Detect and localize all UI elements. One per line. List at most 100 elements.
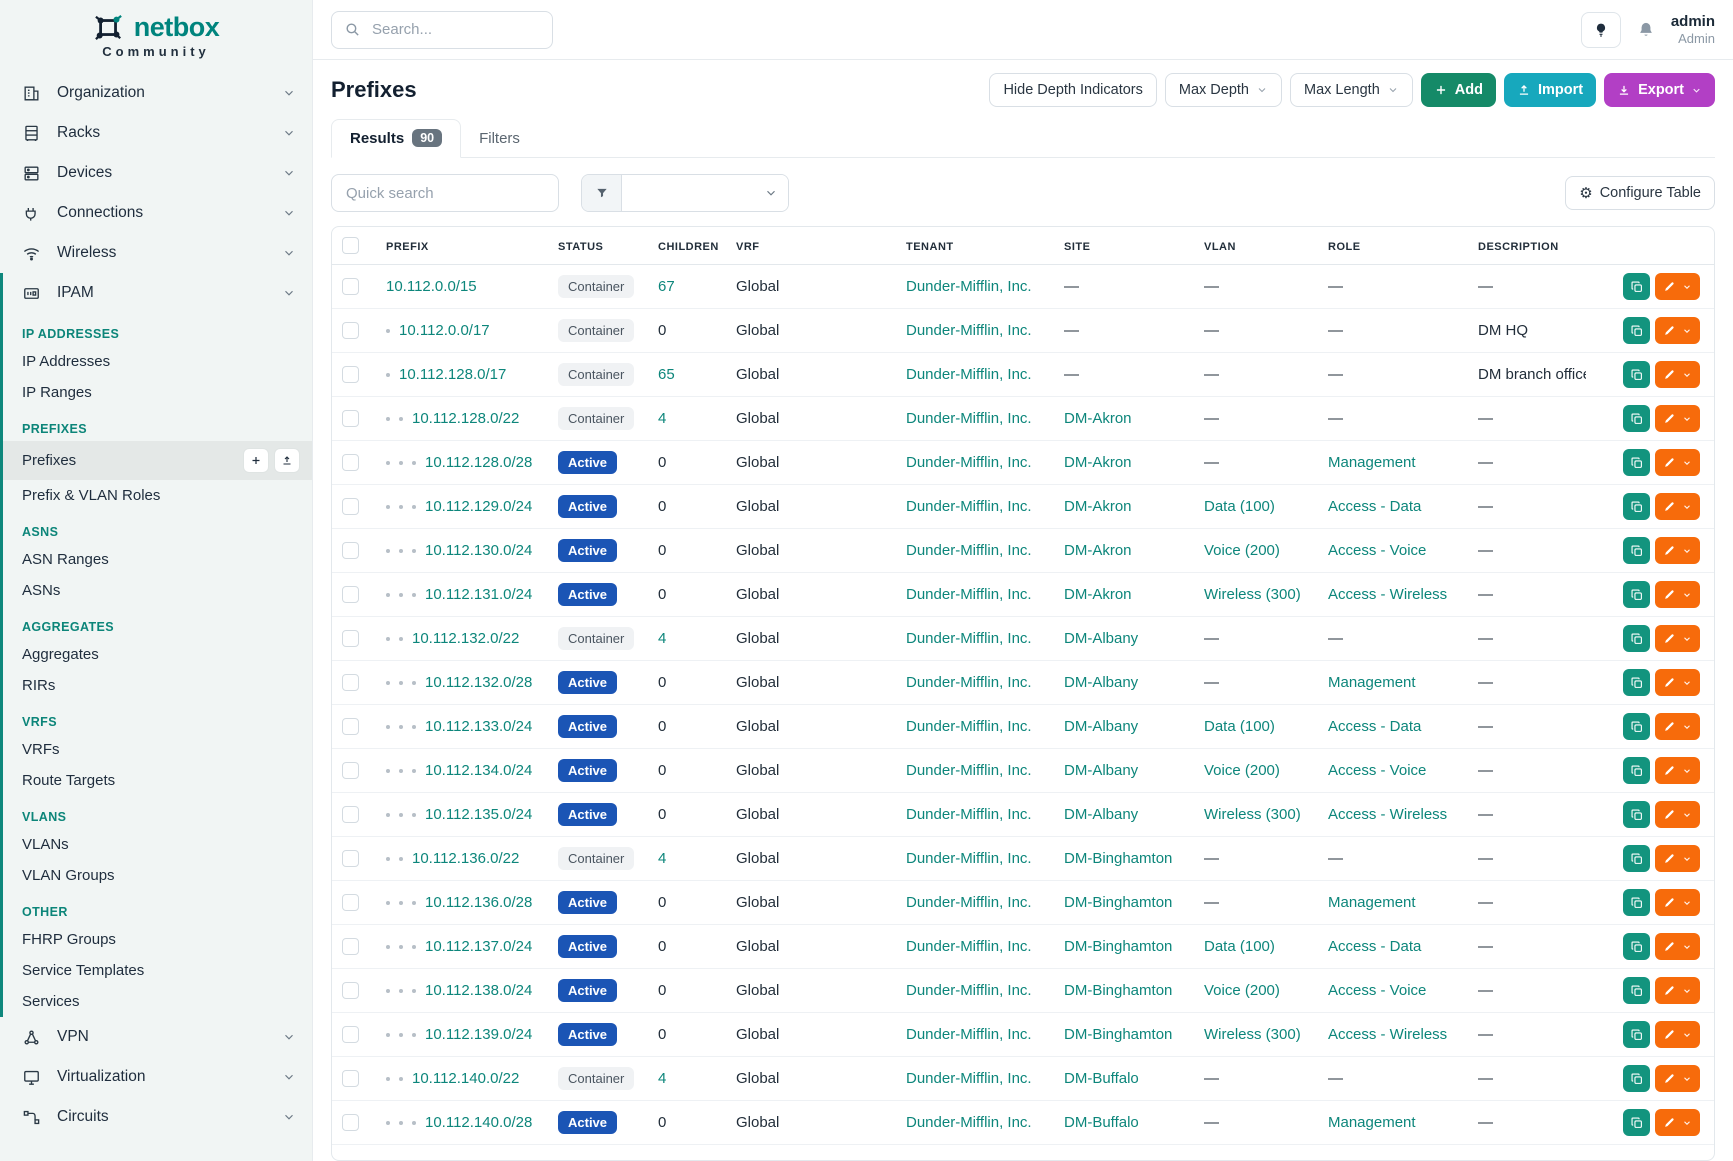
edit-dropdown-button[interactable]	[1655, 801, 1700, 828]
add-button[interactable]: Add	[1421, 73, 1496, 107]
edit-dropdown-button[interactable]	[1655, 845, 1700, 872]
row-checkbox[interactable]	[342, 322, 359, 339]
site-link[interactable]: DM-Albany	[1064, 718, 1138, 735]
clone-button[interactable]	[1623, 801, 1650, 828]
children-count-link[interactable]: 4	[658, 410, 666, 427]
max-length-dropdown[interactable]: Max Length	[1290, 73, 1413, 107]
row-checkbox[interactable]	[342, 762, 359, 779]
row-checkbox[interactable]	[342, 542, 359, 559]
prefix-link[interactable]: 10.112.128.0/17	[399, 366, 506, 383]
prefix-link[interactable]: 10.112.128.0/28	[425, 454, 532, 471]
vlan-link[interactable]: Wireless (300)	[1204, 586, 1301, 603]
prefix-link[interactable]: 10.112.128.0/22	[412, 410, 519, 427]
tenant-link[interactable]: Dunder-Mifflin, Inc.	[906, 454, 1032, 471]
role-link[interactable]: Access - Wireless	[1328, 586, 1447, 603]
column-header-status[interactable]: STATUS	[548, 227, 648, 265]
sidebar-item-route-targets[interactable]: Route Targets	[3, 765, 312, 796]
role-link[interactable]: Access - Data	[1328, 938, 1421, 955]
filter-funnel-button[interactable]	[582, 175, 622, 211]
sidebar-item-wireless[interactable]: Wireless	[0, 233, 312, 273]
tenant-link[interactable]: Dunder-Mifflin, Inc.	[906, 894, 1032, 911]
site-link[interactable]: DM-Buffalo	[1064, 1070, 1139, 1087]
role-link[interactable]: Access - Voice	[1328, 762, 1426, 779]
tab-results[interactable]: Results 90	[331, 119, 461, 158]
column-header-vlan[interactable]: VLAN	[1194, 227, 1318, 265]
edit-dropdown-button[interactable]	[1655, 361, 1700, 388]
sidebar-item-ipam[interactable]: IPAM	[3, 273, 312, 313]
sidebar-item-ip-addresses[interactable]: IP Addresses	[3, 346, 312, 377]
vlan-link[interactable]: Wireless (300)	[1204, 1026, 1301, 1043]
row-checkbox[interactable]	[342, 498, 359, 515]
edit-dropdown-button[interactable]	[1655, 1021, 1700, 1048]
edit-dropdown-button[interactable]	[1655, 1065, 1700, 1092]
vlan-link[interactable]: Voice (200)	[1204, 542, 1280, 559]
clone-button[interactable]	[1623, 361, 1650, 388]
column-header-role[interactable]: ROLE	[1318, 227, 1468, 265]
role-link[interactable]: Access - Voice	[1328, 982, 1426, 999]
tenant-link[interactable]: Dunder-Mifflin, Inc.	[906, 278, 1032, 295]
site-link[interactable]: DM-Albany	[1064, 630, 1138, 647]
row-checkbox[interactable]	[342, 410, 359, 427]
edit-dropdown-button[interactable]	[1655, 317, 1700, 344]
children-count-link[interactable]: 65	[658, 366, 675, 383]
site-link[interactable]: DM-Albany	[1064, 762, 1138, 779]
import-button[interactable]: Import	[1504, 73, 1596, 107]
row-checkbox[interactable]	[342, 806, 359, 823]
sidebar-item-services[interactable]: Services	[3, 986, 312, 1017]
row-checkbox[interactable]	[342, 718, 359, 735]
prefix-link[interactable]: 10.112.135.0/24	[425, 806, 532, 823]
sidebar-item-racks[interactable]: Racks	[0, 113, 312, 153]
site-link[interactable]: DM-Binghamton	[1064, 894, 1172, 911]
tenant-link[interactable]: Dunder-Mifflin, Inc.	[906, 630, 1032, 647]
prefix-link[interactable]: 10.112.136.0/22	[412, 850, 519, 867]
max-depth-dropdown[interactable]: Max Depth	[1165, 73, 1282, 107]
edit-dropdown-button[interactable]	[1655, 625, 1700, 652]
tenant-link[interactable]: Dunder-Mifflin, Inc.	[906, 1114, 1032, 1131]
prefix-link[interactable]: 10.112.133.0/24	[425, 718, 532, 735]
clone-button[interactable]	[1623, 405, 1650, 432]
tenant-link[interactable]: Dunder-Mifflin, Inc.	[906, 982, 1032, 999]
tenant-link[interactable]: Dunder-Mifflin, Inc.	[906, 322, 1032, 339]
vlan-link[interactable]: Wireless (300)	[1204, 806, 1301, 823]
clone-button[interactable]	[1623, 1021, 1650, 1048]
role-link[interactable]: Access - Voice	[1328, 542, 1426, 559]
quick-search-input[interactable]	[344, 184, 546, 203]
sidebar-item-devices[interactable]: Devices	[0, 153, 312, 193]
edit-dropdown-button[interactable]	[1655, 581, 1700, 608]
site-link[interactable]: DM-Albany	[1064, 674, 1138, 691]
column-header-description[interactable]: DESCRIPTION	[1468, 227, 1586, 265]
row-checkbox[interactable]	[342, 278, 359, 295]
prefix-link[interactable]: 10.112.137.0/24	[425, 938, 532, 955]
row-checkbox[interactable]	[342, 894, 359, 911]
edit-dropdown-button[interactable]	[1655, 977, 1700, 1004]
children-count-link[interactable]: 4	[658, 630, 666, 647]
tenant-link[interactable]: Dunder-Mifflin, Inc.	[906, 762, 1032, 779]
quick-import-button[interactable]	[274, 448, 300, 473]
sidebar-item-vlans[interactable]: VLANs	[3, 829, 312, 860]
sidebar-item-ip-ranges[interactable]: IP Ranges	[3, 377, 312, 408]
site-link[interactable]: DM-Binghamton	[1064, 938, 1172, 955]
row-checkbox[interactable]	[342, 674, 359, 691]
vlan-link[interactable]: Data (100)	[1204, 938, 1275, 955]
tenant-link[interactable]: Dunder-Mifflin, Inc.	[906, 850, 1032, 867]
tenant-link[interactable]: Dunder-Mifflin, Inc.	[906, 674, 1032, 691]
clone-button[interactable]	[1623, 845, 1650, 872]
notifications-bell-icon[interactable]	[1636, 20, 1656, 40]
user-menu[interactable]: admin Admin	[1671, 13, 1715, 47]
role-link[interactable]: Access - Data	[1328, 718, 1421, 735]
tenant-link[interactable]: Dunder-Mifflin, Inc.	[906, 366, 1032, 383]
clone-button[interactable]	[1623, 1109, 1650, 1136]
brand[interactable]: netbox Community	[0, 12, 312, 59]
prefix-link[interactable]: 10.112.132.0/28	[425, 674, 532, 691]
sidebar-item-rirs[interactable]: RIRs	[3, 670, 312, 701]
clone-button[interactable]	[1623, 977, 1650, 1004]
tenant-link[interactable]: Dunder-Mifflin, Inc.	[906, 1026, 1032, 1043]
prefix-link[interactable]: 10.112.130.0/24	[425, 542, 532, 559]
tenant-link[interactable]: Dunder-Mifflin, Inc.	[906, 498, 1032, 515]
edit-dropdown-button[interactable]	[1655, 449, 1700, 476]
clone-button[interactable]	[1623, 713, 1650, 740]
row-checkbox[interactable]	[342, 366, 359, 383]
prefix-link[interactable]: 10.112.140.0/28	[425, 1114, 532, 1131]
row-checkbox[interactable]	[342, 850, 359, 867]
row-checkbox[interactable]	[342, 1114, 359, 1131]
